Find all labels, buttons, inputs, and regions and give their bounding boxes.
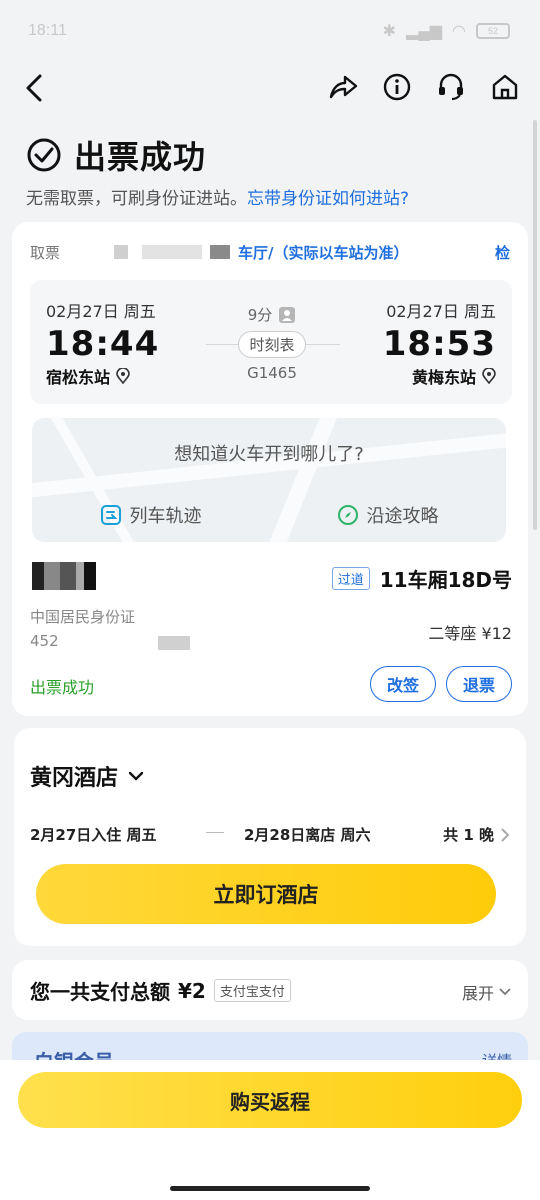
- expand-label: 展开: [461, 984, 494, 1003]
- checkout-date: 2月28日离店 周六: [244, 826, 371, 844]
- payment-method-badge: 支付宝支付: [213, 979, 291, 1002]
- duration: 9分: [210, 304, 334, 325]
- id-number-prefix: 452: [30, 632, 59, 650]
- arrival: 02月27日 周五 18:53 黄梅东站: [383, 298, 496, 388]
- map-actions: 列车轨迹 沿途攻略: [32, 502, 506, 528]
- success-header: 出票成功: [26, 132, 206, 178]
- arrival-station[interactable]: 黄梅东站: [383, 364, 496, 388]
- back-button[interactable]: [18, 70, 54, 106]
- location-pin-icon: [116, 368, 130, 384]
- hotel-card: 黄冈酒店 2月27日入住 周五 2月28日离店 周六 共 1 晚 立即订酒店: [14, 728, 526, 946]
- checkin-date: 2月27日入住 周五: [30, 826, 157, 844]
- departure: 02月27日 周五 18:44 宿松东站: [46, 298, 159, 388]
- refund-ticket-button[interactable]: 退票: [445, 666, 512, 702]
- seat-type-icon: [279, 306, 296, 323]
- seat-info: 过道 11车厢18D号: [331, 564, 512, 593]
- chevron-down-icon: [128, 771, 144, 781]
- stay-divider: [206, 832, 224, 833]
- train-map-panel[interactable]: 想知道火车开到哪儿了? 列车轨迹 沿途攻略: [32, 418, 506, 542]
- arrival-station-name: 黄梅东站: [411, 368, 476, 387]
- payment-card: 您一共支付总额 ¥2 支付宝支付 展开: [12, 960, 528, 1020]
- payment-label: 您一共支付总额: [30, 980, 170, 1004]
- train-track-icon: [100, 505, 121, 525]
- expand-payment-button[interactable]: 展开: [462, 980, 512, 1004]
- nights-count: 共 1 晚: [443, 824, 510, 845]
- departure-time: 18:44: [46, 324, 160, 364]
- departure-station[interactable]: 宿松东站: [46, 364, 159, 388]
- redaction: [142, 245, 202, 259]
- seat-class-price: 二等座 ¥12: [428, 624, 512, 643]
- ticket-actions: 改签 退票: [369, 666, 512, 702]
- pickup-hall: 车厅/（实际以车站为准）: [238, 244, 409, 262]
- top-nav: [0, 62, 540, 116]
- status-bar: 18:11 ✱ ▂▄▆ ◠ 52: [0, 0, 540, 60]
- train-track-label: 列车轨迹: [129, 506, 202, 527]
- pickup-more-link[interactable]: 检: [495, 242, 510, 263]
- chevron-right-icon: [501, 827, 510, 842]
- signal-icon: ▂▄▆: [406, 23, 443, 40]
- nights-label: 共 1 晚: [443, 826, 494, 844]
- customer-service-button[interactable]: [432, 68, 470, 106]
- chevron-down-icon: [499, 988, 511, 996]
- compass-icon: [337, 505, 358, 525]
- share-icon: [329, 75, 358, 99]
- info-button[interactable]: [378, 68, 416, 106]
- arrival-time: 18:53: [382, 324, 496, 364]
- home-button[interactable]: [486, 68, 524, 106]
- departure-station-name: 宿松东站: [46, 368, 111, 387]
- change-ticket-button[interactable]: 改签: [369, 666, 436, 702]
- arrival-date: 02月27日 周五: [386, 302, 496, 321]
- ticket-card: 取票 车厅/（实际以车站为准） 检 02月27日 周五 18:44 宿松东站 9…: [12, 222, 528, 716]
- id-number: 452: [30, 632, 190, 650]
- buy-return-ticket-button[interactable]: 购买返程: [18, 1072, 522, 1128]
- ticket-status: 出票成功: [30, 678, 95, 697]
- scrollbar[interactable]: [533, 120, 537, 530]
- pickup-prefix: 取票: [30, 244, 61, 262]
- headset-icon: [439, 73, 463, 101]
- train-track-button[interactable]: 列车轨迹: [100, 502, 202, 528]
- redaction: [114, 245, 128, 259]
- bluetooth-icon: ✱: [382, 23, 397, 40]
- train-summary: 9分 时刻表 G1465: [210, 304, 334, 382]
- departure-date: 02月27日 周五: [46, 302, 156, 321]
- payment-summary: 您一共支付总额 ¥2 支付宝支付: [30, 976, 291, 1005]
- info-icon: [383, 73, 411, 101]
- page-title: 出票成功: [74, 138, 207, 176]
- status-time: 18:11: [28, 22, 67, 39]
- seat-number: 11车厢18D号: [379, 568, 512, 592]
- route-guide-button[interactable]: 沿途攻略: [337, 502, 439, 528]
- redaction: [210, 245, 230, 259]
- redaction: [158, 636, 190, 650]
- check-circle-icon: [27, 138, 61, 172]
- id-type: 中国居民身份证: [30, 608, 136, 626]
- bottom-bar: 购买返程: [0, 1060, 540, 1200]
- status-icons: ✱ ▂▄▆ ◠ 52: [383, 21, 510, 41]
- id-entry-note: 无需取票，可刷身份证进站。忘带身份证如何进站?: [26, 184, 409, 209]
- id-entry-text: 无需取票，可刷身份证进站。: [26, 189, 247, 209]
- seat-position-tag: 过道: [331, 567, 370, 590]
- forgot-id-link[interactable]: 忘带身份证如何进站?: [247, 189, 409, 209]
- payment-amount: ¥2: [178, 978, 206, 1003]
- hotel-name: 黄冈酒店: [30, 766, 119, 791]
- battery-icon: 52: [476, 23, 510, 39]
- map-question: 想知道火车开到哪儿了?: [174, 444, 364, 465]
- train-number: G1465: [247, 364, 297, 382]
- pickup-info: 取票 车厅/（实际以车站为准） 检: [30, 242, 510, 263]
- passenger-name-redacted: [32, 562, 96, 590]
- route-guide-label: 沿途攻略: [366, 506, 439, 527]
- share-button[interactable]: [324, 68, 362, 106]
- journey-panel: 02月27日 周五 18:44 宿松东站 9分 时刻表 G1465 02月27日…: [30, 280, 512, 404]
- home-icon: [492, 74, 518, 100]
- home-indicator[interactable]: [170, 1186, 370, 1191]
- timetable-button[interactable]: 时刻表: [238, 331, 306, 358]
- location-pin-icon: [482, 368, 496, 384]
- duration-text: 9分: [247, 306, 273, 324]
- wifi-icon: ◠: [452, 23, 466, 40]
- back-arrow-icon: [26, 74, 42, 102]
- book-hotel-button[interactable]: 立即订酒店: [36, 864, 496, 924]
- passenger-info: 过道 11车厢18D号 中国居民身份证 452 二等座 ¥12 出票成功 改签 …: [30, 560, 512, 702]
- hotel-selector[interactable]: 黄冈酒店: [30, 760, 146, 792]
